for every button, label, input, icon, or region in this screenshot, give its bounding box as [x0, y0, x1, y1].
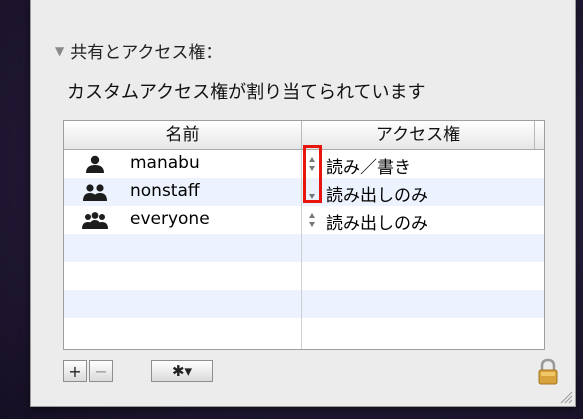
group-icon [82, 183, 108, 201]
empty-row [64, 290, 544, 318]
table-row[interactable]: everyone 読み出しのみ [64, 206, 544, 234]
empty-row [64, 262, 544, 290]
lock-icon[interactable] [537, 358, 559, 386]
permission-value[interactable]: 読み／書き [326, 153, 411, 178]
permissions-description: カスタムアクセス権が割り当てられています [67, 82, 426, 103]
permission-value[interactable]: 読み出しのみ [326, 209, 428, 234]
gear-icon: ✱▾ [171, 362, 193, 380]
permission-value[interactable]: 読み出しのみ [326, 181, 428, 206]
remove-button[interactable]: − [89, 360, 113, 382]
user-name: nonstaff [130, 181, 200, 201]
user-name: manabu [130, 153, 200, 173]
column-header-name[interactable]: 名前 [64, 121, 302, 149]
disclosure-triangle-icon[interactable]: ▼ [55, 44, 64, 58]
empty-row [64, 234, 544, 262]
sharing-section-header[interactable]: ▼ 共有とアクセス権： [55, 38, 222, 63]
add-button[interactable]: + [63, 360, 87, 382]
user-name: everyone [130, 209, 210, 229]
everyone-icon [82, 211, 108, 229]
annotation-highlight-box [303, 145, 322, 203]
resize-grip-icon[interactable] [557, 388, 573, 404]
column-header-access[interactable]: アクセス権 [302, 121, 535, 149]
sharing-permissions-panel: ▼ 共有とアクセス権： カスタムアクセス権が割り当てられています 名前 アクセス… [30, 0, 576, 407]
column-divider [301, 150, 302, 349]
permission-stepper-icon[interactable] [307, 210, 317, 230]
empty-row [64, 318, 544, 346]
action-menu-button[interactable]: ✱▾ [151, 360, 213, 382]
section-title: 共有とアクセス権： [70, 43, 223, 63]
single-user-icon [82, 155, 108, 173]
